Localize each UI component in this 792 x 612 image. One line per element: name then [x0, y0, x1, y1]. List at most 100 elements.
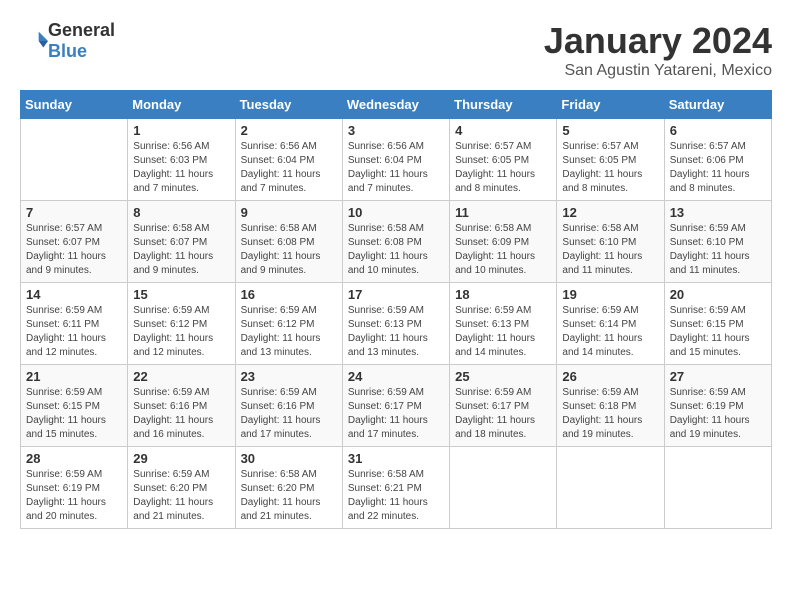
day-info: Sunrise: 6:59 AM Sunset: 6:19 PM Dayligh… — [670, 386, 766, 442]
calendar-cell: 21 Sunrise: 6:59 AM Sunset: 6:15 PM Dayli… — [21, 365, 128, 447]
day-number: 14 — [26, 287, 122, 302]
logo-blue: Blue — [48, 41, 87, 61]
calendar-cell — [557, 447, 664, 529]
day-number: 3 — [348, 123, 444, 138]
calendar-header: SundayMondayTuesdayWednesdayThursdayFrid… — [21, 91, 772, 119]
day-info: Sunrise: 6:58 AM Sunset: 6:21 PM Dayligh… — [348, 468, 444, 524]
calendar-week-5: 28Sunrise: 6:59 AM Sunset: 6:19 PM Dayli… — [21, 447, 772, 529]
calendar-week-3: 14Sunrise: 6:59 AM Sunset: 6:11 PM Dayli… — [21, 283, 772, 365]
header-cell-sunday: Sunday — [21, 91, 128, 119]
day-number: 27 — [670, 369, 766, 384]
calendar-cell: 6 Sunrise: 6:57 AM Sunset: 6:06 PM Daylig… — [664, 119, 771, 201]
day-number: 24 — [348, 369, 444, 384]
day-number: 7 — [26, 205, 122, 220]
calendar-cell: 30Sunrise: 6:58 AM Sunset: 6:20 PM Dayli… — [235, 447, 342, 529]
day-number: 26 — [562, 369, 658, 384]
title-area: January 2024 San Agustin Yatareni, Mexic… — [544, 20, 772, 80]
day-info: Sunrise: 6:58 AM Sunset: 6:09 PM Dayligh… — [455, 222, 551, 278]
day-number: 5 — [562, 123, 658, 138]
day-info: Sunrise: 6:59 AM Sunset: 6:13 PM Dayligh… — [455, 304, 551, 360]
month-title: January 2024 — [544, 20, 772, 62]
calendar-cell — [450, 447, 557, 529]
calendar-week-1: 1Sunrise: 6:56 AM Sunset: 6:03 PM Daylig… — [21, 119, 772, 201]
day-info: Sunrise: 6:59 AM Sunset: 6:12 PM Dayligh… — [133, 304, 229, 360]
calendar-week-4: 21 Sunrise: 6:59 AM Sunset: 6:15 PM Dayli… — [21, 365, 772, 447]
calendar-cell: 9 Sunrise: 6:58 AM Sunset: 6:08 PM Daylig… — [235, 201, 342, 283]
day-number: 12 — [562, 205, 658, 220]
day-info: Sunrise: 6:58 AM Sunset: 6:08 PM Dayligh… — [348, 222, 444, 278]
day-number: 21 — [26, 369, 122, 384]
calendar-cell: 15Sunrise: 6:59 AM Sunset: 6:12 PM Dayli… — [128, 283, 235, 365]
day-number: 8 — [133, 205, 229, 220]
day-info: Sunrise: 6:59 AM Sunset: 6:20 PM Dayligh… — [133, 468, 229, 524]
day-number: 2 — [241, 123, 337, 138]
calendar-cell: 4Sunrise: 6:57 AM Sunset: 6:05 PM Daylig… — [450, 119, 557, 201]
day-number: 16 — [241, 287, 337, 302]
logo: General Blue — [20, 20, 115, 62]
location-title: San Agustin Yatareni, Mexico — [544, 62, 772, 80]
day-info: Sunrise: 6:56 AM Sunset: 6:04 PM Dayligh… — [348, 140, 444, 196]
day-info: Sunrise: 6:59 AM Sunset: 6:15 PM Dayligh… — [670, 304, 766, 360]
day-info: Sunrise: 6:59 AM Sunset: 6:16 PM Dayligh… — [133, 386, 229, 442]
logo-general: General — [48, 20, 115, 40]
calendar-cell: 19 Sunrise: 6:59 AM Sunset: 6:14 PM Dayli… — [557, 283, 664, 365]
day-info: Sunrise: 6:59 AM Sunset: 6:19 PM Dayligh… — [26, 468, 122, 524]
header-cell-friday: Friday — [557, 91, 664, 119]
page-header: General Blue January 2024 San Agustin Ya… — [20, 20, 772, 80]
day-info: Sunrise: 6:59 AM Sunset: 6:15 PM Dayligh… — [26, 386, 122, 442]
day-info: Sunrise: 6:58 AM Sunset: 6:10 PM Dayligh… — [562, 222, 658, 278]
day-info: Sunrise: 6:57 AM Sunset: 6:05 PM Dayligh… — [562, 140, 658, 196]
calendar-cell: 1Sunrise: 6:56 AM Sunset: 6:03 PM Daylig… — [128, 119, 235, 201]
calendar-cell: 16 Sunrise: 6:59 AM Sunset: 6:12 PM Dayli… — [235, 283, 342, 365]
calendar-cell: 2 Sunrise: 6:56 AM Sunset: 6:04 PM Daylig… — [235, 119, 342, 201]
calendar-cell: 14Sunrise: 6:59 AM Sunset: 6:11 PM Dayli… — [21, 283, 128, 365]
calendar-cell: 12 Sunrise: 6:58 AM Sunset: 6:10 PM Dayli… — [557, 201, 664, 283]
header-cell-monday: Monday — [128, 91, 235, 119]
day-number: 11 — [455, 205, 551, 220]
day-number: 31 — [348, 451, 444, 466]
calendar-cell: 22 Sunrise: 6:59 AM Sunset: 6:16 PM Dayli… — [128, 365, 235, 447]
day-info: Sunrise: 6:59 AM Sunset: 6:14 PM Dayligh… — [562, 304, 658, 360]
day-info: Sunrise: 6:58 AM Sunset: 6:07 PM Dayligh… — [133, 222, 229, 278]
calendar-cell: 7 Sunrise: 6:57 AM Sunset: 6:07 PM Daylig… — [21, 201, 128, 283]
calendar-cell: 31 Sunrise: 6:58 AM Sunset: 6:21 PM Dayli… — [342, 447, 449, 529]
day-number: 25 — [455, 369, 551, 384]
calendar-cell: 13 Sunrise: 6:59 AM Sunset: 6:10 PM Dayli… — [664, 201, 771, 283]
calendar-cell: 17Sunrise: 6:59 AM Sunset: 6:13 PM Dayli… — [342, 283, 449, 365]
day-info: Sunrise: 6:59 AM Sunset: 6:10 PM Dayligh… — [670, 222, 766, 278]
calendar-cell: 10Sunrise: 6:58 AM Sunset: 6:08 PM Dayli… — [342, 201, 449, 283]
calendar-week-2: 7 Sunrise: 6:57 AM Sunset: 6:07 PM Daylig… — [21, 201, 772, 283]
day-info: Sunrise: 6:56 AM Sunset: 6:04 PM Dayligh… — [241, 140, 337, 196]
day-number: 13 — [670, 205, 766, 220]
day-number: 29 — [133, 451, 229, 466]
calendar-body: 1Sunrise: 6:56 AM Sunset: 6:03 PM Daylig… — [21, 119, 772, 529]
calendar-cell — [664, 447, 771, 529]
header-row: SundayMondayTuesdayWednesdayThursdayFrid… — [21, 91, 772, 119]
day-number: 22 — [133, 369, 229, 384]
logo-icon — [20, 27, 48, 55]
calendar-cell: 23 Sunrise: 6:59 AM Sunset: 6:16 PM Dayli… — [235, 365, 342, 447]
calendar-cell: 3 Sunrise: 6:56 AM Sunset: 6:04 PM Daylig… — [342, 119, 449, 201]
calendar-cell: 28Sunrise: 6:59 AM Sunset: 6:19 PM Dayli… — [21, 447, 128, 529]
day-info: Sunrise: 6:59 AM Sunset: 6:13 PM Dayligh… — [348, 304, 444, 360]
day-number: 18 — [455, 287, 551, 302]
calendar-table: SundayMondayTuesdayWednesdayThursdayFrid… — [20, 90, 772, 529]
header-cell-saturday: Saturday — [664, 91, 771, 119]
day-info: Sunrise: 6:58 AM Sunset: 6:20 PM Dayligh… — [241, 468, 337, 524]
day-info: Sunrise: 6:56 AM Sunset: 6:03 PM Dayligh… — [133, 140, 229, 196]
day-info: Sunrise: 6:59 AM Sunset: 6:16 PM Dayligh… — [241, 386, 337, 442]
calendar-cell — [21, 119, 128, 201]
day-info: Sunrise: 6:59 AM Sunset: 6:12 PM Dayligh… — [241, 304, 337, 360]
day-info: Sunrise: 6:57 AM Sunset: 6:05 PM Dayligh… — [455, 140, 551, 196]
calendar-cell: 5 Sunrise: 6:57 AM Sunset: 6:05 PM Daylig… — [557, 119, 664, 201]
day-number: 23 — [241, 369, 337, 384]
day-number: 9 — [241, 205, 337, 220]
day-info: Sunrise: 6:57 AM Sunset: 6:06 PM Dayligh… — [670, 140, 766, 196]
calendar-cell: 18 Sunrise: 6:59 AM Sunset: 6:13 PM Dayli… — [450, 283, 557, 365]
day-number: 6 — [670, 123, 766, 138]
day-info: Sunrise: 6:59 AM Sunset: 6:18 PM Dayligh… — [562, 386, 658, 442]
day-number: 19 — [562, 287, 658, 302]
day-info: Sunrise: 6:57 AM Sunset: 6:07 PM Dayligh… — [26, 222, 122, 278]
day-info: Sunrise: 6:58 AM Sunset: 6:08 PM Dayligh… — [241, 222, 337, 278]
calendar-cell: 25Sunrise: 6:59 AM Sunset: 6:17 PM Dayli… — [450, 365, 557, 447]
